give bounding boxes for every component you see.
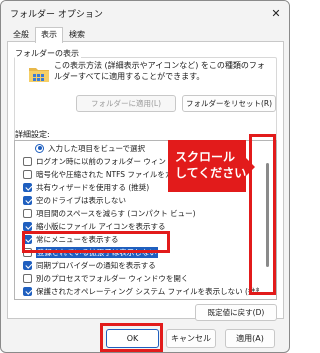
callout-line-1: スクロール	[175, 150, 236, 164]
folder-views-label: フォルダーの表示	[15, 48, 81, 59]
setting-item[interactable]: 保護されたオペレーティング システム ファイルを表示しない (推奨)	[15, 285, 259, 297]
close-icon[interactable]: ✕	[265, 3, 287, 23]
checkbox[interactable]	[23, 169, 32, 179]
checkbox[interactable]	[23, 247, 32, 257]
apply-button[interactable]: 適用(A)	[225, 329, 275, 348]
setting-item-label: 保護されたオペレーティング システム ファイルを表示しない (推奨)	[36, 286, 259, 296]
vertical-scrollbar[interactable]	[261, 141, 275, 299]
checkbox[interactable]	[23, 286, 32, 296]
setting-item-label: 入力した項目をビューで選択	[48, 143, 146, 153]
setting-item-label: 同期プロバイダーの通知を表示する	[36, 260, 156, 270]
setting-item-label: 別のプロセスでフォルダー ウィンドウを開く	[36, 273, 189, 283]
setting-item[interactable]: 縮小版にファイル アイコンを表示する	[15, 220, 259, 232]
reset-folders-button[interactable]: フォルダーをリセット(R)	[182, 95, 276, 112]
restore-defaults-button[interactable]: 既定値に戻す(D)	[195, 304, 277, 321]
scrollbar-thumb[interactable]	[266, 163, 269, 267]
advanced-settings-label: 詳細設定:	[15, 130, 50, 139]
setting-item[interactable]: 常にメニューを表示する	[15, 233, 259, 245]
setting-item-label: 共有ウィザードを使用する (推奨)	[36, 182, 150, 192]
folder-views-description: この表示方法 (詳細表示やアイコンなど) をこの種類のフォルダーすべてに適用する…	[54, 61, 265, 81]
checkbox[interactable]	[23, 260, 32, 270]
setting-item-label: 空のドライブは表示しない	[36, 195, 126, 205]
checkbox[interactable]	[23, 195, 32, 205]
window-title: フォルダー オプション	[10, 10, 103, 20]
setting-item-label: 常にメニューを表示する	[36, 234, 119, 244]
apply-to-folders-button[interactable]: フォルダーに適用(L)	[76, 95, 176, 112]
checkbox[interactable]	[23, 234, 32, 244]
checkbox[interactable]	[23, 208, 32, 218]
setting-item-label: 項目間のスペースを減らす (コンパクト ビュー)	[36, 208, 196, 218]
setting-item[interactable]: 項目間のスペースを減らす (コンパクト ビュー)	[15, 207, 259, 219]
setting-item-label: 登録されている拡張子は表示しない	[36, 246, 158, 258]
setting-item-label: 縮小版にファイル アイコンを表示する	[36, 221, 166, 231]
setting-item[interactable]: 空のドライブは表示しない	[15, 194, 259, 206]
checkbox[interactable]	[23, 156, 32, 166]
checkbox[interactable]	[23, 273, 32, 283]
cancel-button[interactable]: キャンセル	[166, 329, 216, 348]
checkbox[interactable]	[23, 182, 32, 192]
title-bar: フォルダー オプション ✕	[1, 1, 289, 25]
scroll-callout: スクロール してください	[168, 140, 255, 192]
tab-strip: 全般 表示 検索	[7, 27, 91, 43]
radio-button[interactable]	[35, 143, 44, 153]
tab-search[interactable]: 検索	[63, 27, 91, 42]
tab-view[interactable]: 表示	[35, 27, 63, 43]
setting-item[interactable]: 同期プロバイダーの通知を表示する	[15, 259, 259, 271]
tab-general[interactable]: 全般	[7, 27, 35, 42]
setting-item[interactable]: 登録されている拡張子は表示しない	[15, 246, 259, 258]
folder-icon	[29, 68, 49, 82]
callout-line-2: してください	[175, 166, 247, 180]
checkbox[interactable]	[23, 221, 32, 231]
setting-item[interactable]: 別のプロセスでフォルダー ウィンドウを開く	[15, 272, 259, 284]
ok-button[interactable]: OK	[106, 329, 159, 348]
folder-options-dialog: フォルダー オプション ✕ 全般 表示 検索 フォルダーの表示 この表示方法 (…	[0, 0, 290, 353]
